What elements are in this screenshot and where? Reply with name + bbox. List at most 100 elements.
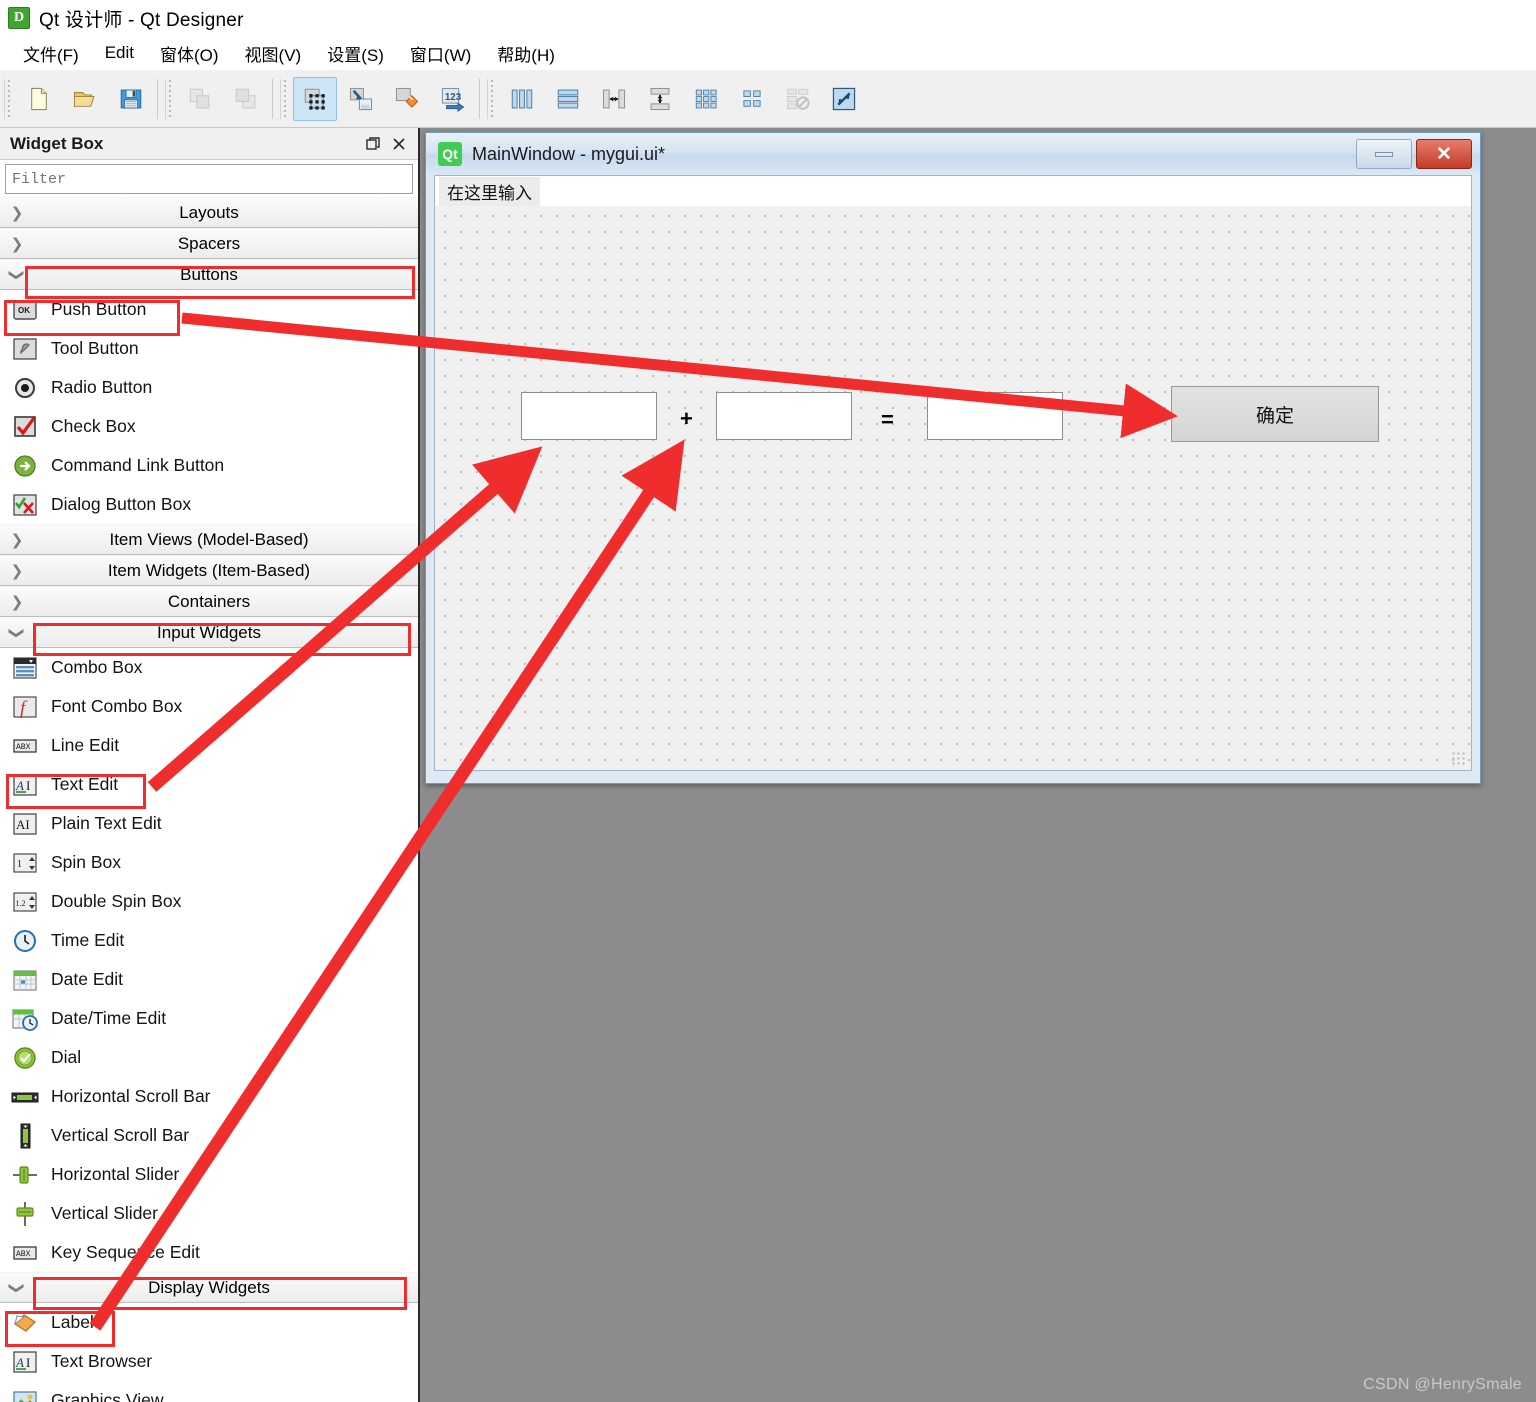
form-text-edit-1[interactable] bbox=[521, 392, 657, 440]
category-layouts[interactable]: ❯ Layouts bbox=[0, 197, 418, 228]
edit-tab-order-icon[interactable]: 123 bbox=[431, 77, 475, 121]
undock-icon[interactable] bbox=[360, 132, 386, 156]
layout-grid-icon[interactable] bbox=[684, 77, 728, 121]
chevron-down-icon: ❯ bbox=[8, 268, 26, 281]
form-menubar[interactable]: 在这里输入 bbox=[435, 176, 1471, 206]
widget-vertical-slider[interactable]: Vertical Slider bbox=[0, 1194, 418, 1233]
widget-double-spin-box[interactable]: 1.2 Double Spin Box bbox=[0, 882, 418, 921]
designer-app-icon: D bbox=[8, 7, 30, 29]
layout-splitter-horizontal-icon[interactable] bbox=[592, 77, 636, 121]
toolbar: 123 bbox=[0, 70, 1536, 128]
edit-buddies-icon[interactable] bbox=[385, 77, 429, 121]
edit-widgets-icon[interactable] bbox=[293, 76, 337, 121]
widget-dial[interactable]: Dial bbox=[0, 1038, 418, 1077]
widget-horizontal-scroll-bar[interactable]: Horizontal Scroll Bar bbox=[0, 1077, 418, 1116]
widget-date-time-edit[interactable]: Date/Time Edit bbox=[0, 999, 418, 1038]
menu-file[interactable]: 文件(F) bbox=[10, 39, 92, 68]
annotation-box-input-widgets bbox=[33, 623, 411, 656]
layout-vertically-icon[interactable] bbox=[546, 77, 590, 121]
minimize-button[interactable] bbox=[1356, 139, 1412, 169]
menu-help[interactable]: 帮助(H) bbox=[484, 39, 568, 68]
app-titlebar: D Qt 设计师 - Qt Designer bbox=[0, 0, 1536, 36]
form-label-plus[interactable]: + bbox=[680, 406, 693, 432]
chevron-right-icon: ❯ bbox=[10, 530, 24, 549]
menu-view[interactable]: 视图(V) bbox=[232, 39, 315, 68]
horizontal-slider-icon bbox=[8, 1160, 42, 1190]
tool-button-icon bbox=[8, 334, 42, 364]
open-folder-icon[interactable] bbox=[63, 77, 107, 121]
form-label-equals[interactable]: = bbox=[881, 407, 894, 433]
combo-box-icon bbox=[8, 653, 42, 683]
form-text-edit-2[interactable] bbox=[716, 392, 852, 440]
widget-date-edit[interactable]: Date Edit bbox=[0, 960, 418, 999]
app-title: Qt 设计师 - Qt Designer bbox=[39, 9, 244, 31]
category-containers[interactable]: ❯ Containers bbox=[0, 586, 418, 617]
widget-dialog-button-box[interactable]: Dialog Button Box bbox=[0, 485, 418, 524]
save-floppy-icon[interactable] bbox=[109, 77, 153, 121]
widget-label: Vertical Slider bbox=[51, 1203, 158, 1223]
chevron-down-icon: ❯ bbox=[8, 626, 26, 639]
watermark: CSDN @HenrySmale bbox=[1363, 1376, 1522, 1393]
widget-spin-box[interactable]: 1 Spin Box bbox=[0, 843, 418, 882]
chevron-right-icon: ❯ bbox=[10, 592, 24, 611]
menu-edit[interactable]: Edit bbox=[92, 41, 147, 65]
toolbar-grip-layout[interactable] bbox=[487, 78, 495, 119]
widget-plain-text-edit[interactable]: AI Plain Text Edit bbox=[0, 804, 418, 843]
plain-text-edit-icon: AI bbox=[8, 809, 42, 839]
toolbar-separator-2 bbox=[272, 78, 273, 119]
widget-label: Vertical Scroll Bar bbox=[51, 1125, 190, 1145]
break-layout-icon[interactable] bbox=[776, 77, 820, 121]
category-label: Spacers bbox=[177, 233, 241, 253]
widget-label: Key Sequence Edit bbox=[51, 1242, 200, 1262]
date-time-edit-icon bbox=[8, 1004, 42, 1034]
widget-command-link-button[interactable]: Command Link Button bbox=[0, 446, 418, 485]
widget-label: Check Box bbox=[51, 416, 136, 436]
widget-line-edit[interactable]: ABX Line Edit bbox=[0, 726, 418, 765]
toolbar-grip-arrange[interactable] bbox=[165, 78, 173, 119]
toolbar-grip-file[interactable] bbox=[4, 78, 12, 119]
category-spacers[interactable]: ❯ Spacers bbox=[0, 228, 418, 259]
form-push-button-ok[interactable]: 确定 bbox=[1171, 386, 1379, 442]
widget-graphics-view[interactable]: Graphics View bbox=[0, 1381, 418, 1402]
form-canvas[interactable]: + = 确定 bbox=[435, 206, 1471, 770]
annotation-box-buttons bbox=[25, 266, 415, 299]
annotation-box-push-button bbox=[4, 300, 180, 336]
bring-to-front-icon[interactable] bbox=[178, 77, 222, 121]
svg-text:AI: AI bbox=[16, 817, 30, 832]
widget-font-combo-box[interactable]: f Font Combo Box bbox=[0, 687, 418, 726]
form-menu-placeholder[interactable]: 在这里输入 bbox=[439, 176, 540, 206]
svg-text:1.2: 1.2 bbox=[16, 899, 26, 908]
chevron-right-icon: ❯ bbox=[10, 234, 24, 253]
toolbar-grip-mode[interactable] bbox=[280, 78, 288, 119]
widget-time-edit[interactable]: Time Edit bbox=[0, 921, 418, 960]
widget-text-browser[interactable]: A I Text Browser bbox=[0, 1342, 418, 1381]
menu-settings[interactable]: 设置(S) bbox=[314, 39, 397, 68]
qt-icon: Qt bbox=[438, 142, 462, 166]
menu-window[interactable]: 窗口(W) bbox=[397, 39, 484, 68]
layout-horizontally-icon[interactable] bbox=[500, 77, 544, 121]
layout-splitter-vertical-icon[interactable] bbox=[638, 77, 682, 121]
edit-signals-slots-icon[interactable] bbox=[339, 77, 383, 121]
spin-box-icon: 1 bbox=[8, 848, 42, 878]
category-item-views[interactable]: ❯ Item Views (Model-Based) bbox=[0, 524, 418, 555]
widget-label: Command Link Button bbox=[51, 455, 225, 475]
category-item-widgets[interactable]: ❯ Item Widgets (Item-Based) bbox=[0, 555, 418, 586]
menu-form[interactable]: 窗体(O) bbox=[147, 39, 232, 68]
widget-vertical-scroll-bar[interactable]: Vertical Scroll Bar bbox=[0, 1116, 418, 1155]
form-text-edit-3[interactable] bbox=[927, 392, 1063, 440]
form-titlebar[interactable]: Qt MainWindow - mygui.ui* ✕ bbox=[426, 133, 1480, 175]
layout-form-icon[interactable] bbox=[730, 77, 774, 121]
svg-text:ABX: ABX bbox=[16, 1250, 31, 1259]
widget-horizontal-slider[interactable]: Horizontal Slider bbox=[0, 1155, 418, 1194]
new-file-icon[interactable] bbox=[17, 77, 61, 121]
close-icon[interactable] bbox=[386, 132, 412, 156]
close-button[interactable]: ✕ bbox=[1416, 139, 1472, 169]
widget-key-sequence-edit[interactable]: ABX Key Sequence Edit bbox=[0, 1233, 418, 1272]
adjust-size-icon[interactable] bbox=[822, 77, 866, 121]
resize-grip[interactable] bbox=[1451, 751, 1465, 765]
widget-check-box[interactable]: Check Box bbox=[0, 407, 418, 446]
send-to-back-icon[interactable] bbox=[224, 77, 268, 121]
widget-radio-button[interactable]: Radio Button bbox=[0, 368, 418, 407]
date-edit-icon bbox=[8, 965, 42, 995]
search-input[interactable] bbox=[5, 164, 413, 194]
